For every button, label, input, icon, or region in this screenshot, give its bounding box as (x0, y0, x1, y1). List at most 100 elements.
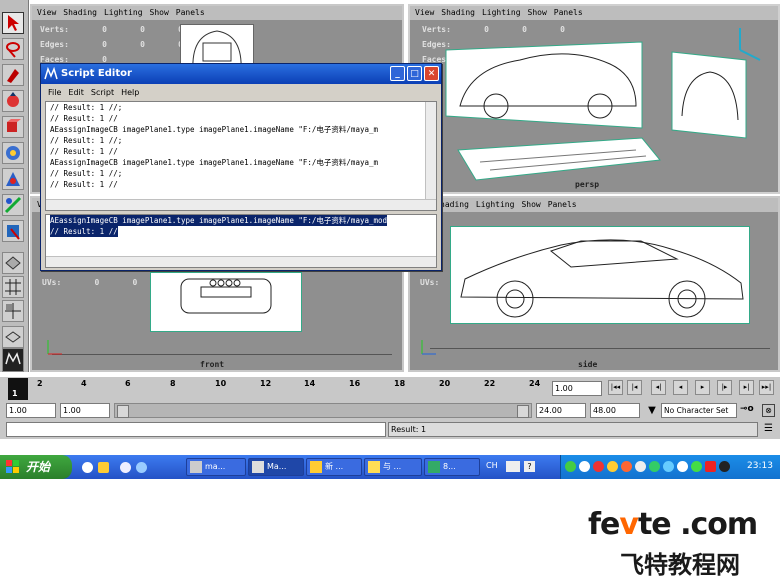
menu-panels[interactable]: Panels (176, 8, 205, 17)
step-back-frame-button[interactable]: ◂| (651, 380, 666, 395)
time-slider[interactable]: 1 2 4 6 8 10 12 14 16 18 20 22 24 1.00 |… (0, 377, 780, 401)
menu-help[interactable]: Help (121, 88, 139, 97)
language-indicator[interactable]: CH (486, 461, 498, 470)
go-to-start-button[interactable]: |◂◂ (608, 380, 623, 395)
tray-icon[interactable] (719, 461, 730, 472)
lasso-tool-icon[interactable] (2, 38, 24, 60)
scale-tool-icon[interactable] (2, 142, 24, 164)
animation-start-field[interactable]: 1.00 (6, 403, 56, 418)
windows-taskbar: 开始 ma... Ma... 新 ... 与 ... 8... CH ? 23:… (0, 455, 780, 479)
play-backwards-button[interactable]: ◂ (673, 380, 688, 395)
playback-start-field[interactable]: 1.00 (60, 403, 110, 418)
outliner-layout-icon[interactable] (2, 326, 24, 348)
maximize-button[interactable]: □ (407, 66, 422, 81)
menu-lighting[interactable]: Lighting (104, 8, 143, 17)
menu-show[interactable]: Show (150, 8, 169, 17)
range-slider-track[interactable] (114, 403, 532, 418)
script-editor-window[interactable]: Script Editor _ □ ✕ File Edit Script Help /… (40, 63, 442, 271)
go-to-end-button[interactable]: ▸▸| (759, 380, 774, 395)
start-button[interactable]: 开始 (0, 455, 72, 479)
range-slider-handle-left[interactable] (117, 405, 129, 418)
four-pane-layout-icon[interactable] (2, 276, 24, 298)
soft-mod-tool-icon[interactable] (2, 194, 24, 216)
step-forward-key-button[interactable]: ▸| (739, 380, 754, 395)
playback-end-field[interactable]: 24.00 (536, 403, 586, 418)
script-editor-toggle-icon[interactable]: ☰ (762, 424, 775, 436)
rotate-tool-icon[interactable] (2, 116, 24, 138)
tray-icon[interactable] (691, 461, 702, 472)
menu-file[interactable]: File (48, 88, 61, 97)
step-forward-frame-button[interactable]: |▸ (717, 380, 732, 395)
range-slider-handle-right[interactable] (517, 405, 529, 418)
tray-icon[interactable] (565, 461, 576, 472)
paint-tool-icon[interactable] (2, 64, 24, 86)
minimize-button[interactable]: _ (390, 66, 405, 81)
close-button[interactable]: ✕ (424, 66, 439, 81)
animation-end-field[interactable]: 48.00 (590, 403, 640, 418)
move-tool-icon[interactable] (2, 90, 24, 112)
browser-icon[interactable] (120, 462, 131, 473)
menu-script[interactable]: Script (91, 88, 114, 97)
input-pane[interactable]: AEassignImageCB imagePlane1.type imagePl… (45, 214, 437, 268)
history-vertical-scrollbar[interactable] (425, 102, 436, 200)
single-pane-layout-icon[interactable] (2, 252, 24, 274)
taskbar-item-maya[interactable]: Ma... (248, 458, 304, 476)
two-pane-layout-icon[interactable] (2, 300, 24, 322)
tray-icon[interactable] (607, 461, 618, 472)
tray-icon[interactable] (705, 461, 716, 472)
taskbar-item[interactable]: ma... (186, 458, 246, 476)
menu-shading[interactable]: hading (440, 200, 469, 209)
tray-icon[interactable] (677, 461, 688, 472)
manipulator-tool-icon[interactable] (2, 168, 24, 190)
input-line: AEassignImageCB imagePlane1.type imagePl… (50, 215, 388, 226)
menu-lighting[interactable]: Lighting (482, 8, 521, 17)
hud-value: 0 (140, 25, 145, 34)
select-tool-icon[interactable] (2, 12, 24, 34)
tray-icon[interactable] (579, 461, 590, 472)
tray-icon[interactable] (621, 461, 632, 472)
menu-show[interactable]: Show (521, 200, 540, 209)
maya-window-icon (44, 67, 58, 80)
input-horizontal-scrollbar[interactable] (46, 256, 436, 267)
history-pane[interactable]: // Result: 1 //; // Result: 1 // AEassig… (45, 101, 437, 211)
preferences-icon[interactable]: ⊗ (762, 404, 775, 417)
tray-icon[interactable] (593, 461, 604, 472)
menu-show[interactable]: Show (528, 8, 547, 17)
script-editor-title-bar[interactable]: Script Editor _ □ ✕ (41, 64, 441, 84)
help-icon[interactable]: ? (524, 461, 535, 472)
command-input[interactable] (6, 422, 386, 437)
play-forwards-button[interactable]: ▸ (695, 380, 710, 395)
taskbar-item[interactable]: 与 ... (364, 458, 422, 476)
watermark-site-name: 飞特教程网 (620, 551, 740, 579)
show-manipulator-icon[interactable] (2, 220, 24, 242)
menu-shading[interactable]: Shading (63, 8, 97, 17)
keyboard-icon[interactable] (506, 461, 520, 472)
menu-panels[interactable]: Panels (548, 200, 577, 209)
step-back-key-button[interactable]: |◂ (627, 380, 642, 395)
key-icon[interactable]: ⊸o (740, 404, 758, 418)
grid-line (430, 348, 770, 349)
history-line: // Result: 1 // (50, 114, 118, 123)
media-player-icon[interactable] (82, 462, 93, 473)
current-time-marker[interactable] (8, 378, 28, 400)
menu-view[interactable]: View (415, 8, 434, 17)
menu-lighting[interactable]: Lighting (476, 200, 515, 209)
character-set-dropdown-icon[interactable]: ▼ (644, 403, 660, 418)
tray-icon[interactable] (663, 461, 674, 472)
front-image-plane (150, 272, 302, 332)
folder-icon[interactable] (98, 462, 109, 473)
viewport-persp[interactable]: View Shading Lighting Show Panels Verts: 0 0 0 … (408, 4, 780, 194)
menu-shading[interactable]: Shading (441, 8, 475, 17)
history-horizontal-scrollbar[interactable] (46, 199, 436, 210)
character-set-field[interactable]: No Character Set (661, 403, 737, 418)
menu-view[interactable]: View (37, 8, 56, 17)
menu-edit[interactable]: Edit (68, 88, 84, 97)
menu-panels[interactable]: Panels (554, 8, 583, 17)
tray-icon[interactable] (635, 461, 646, 472)
viewport-side[interactable]: hading Lighting Show Panels UVs: side (408, 196, 780, 372)
taskbar-item[interactable]: 新 ... (306, 458, 362, 476)
taskbar-item[interactable]: 8... (424, 458, 480, 476)
tray-icon[interactable] (649, 461, 660, 472)
current-frame-field[interactable]: 1.00 (552, 381, 602, 396)
ie-icon[interactable] (136, 462, 147, 473)
